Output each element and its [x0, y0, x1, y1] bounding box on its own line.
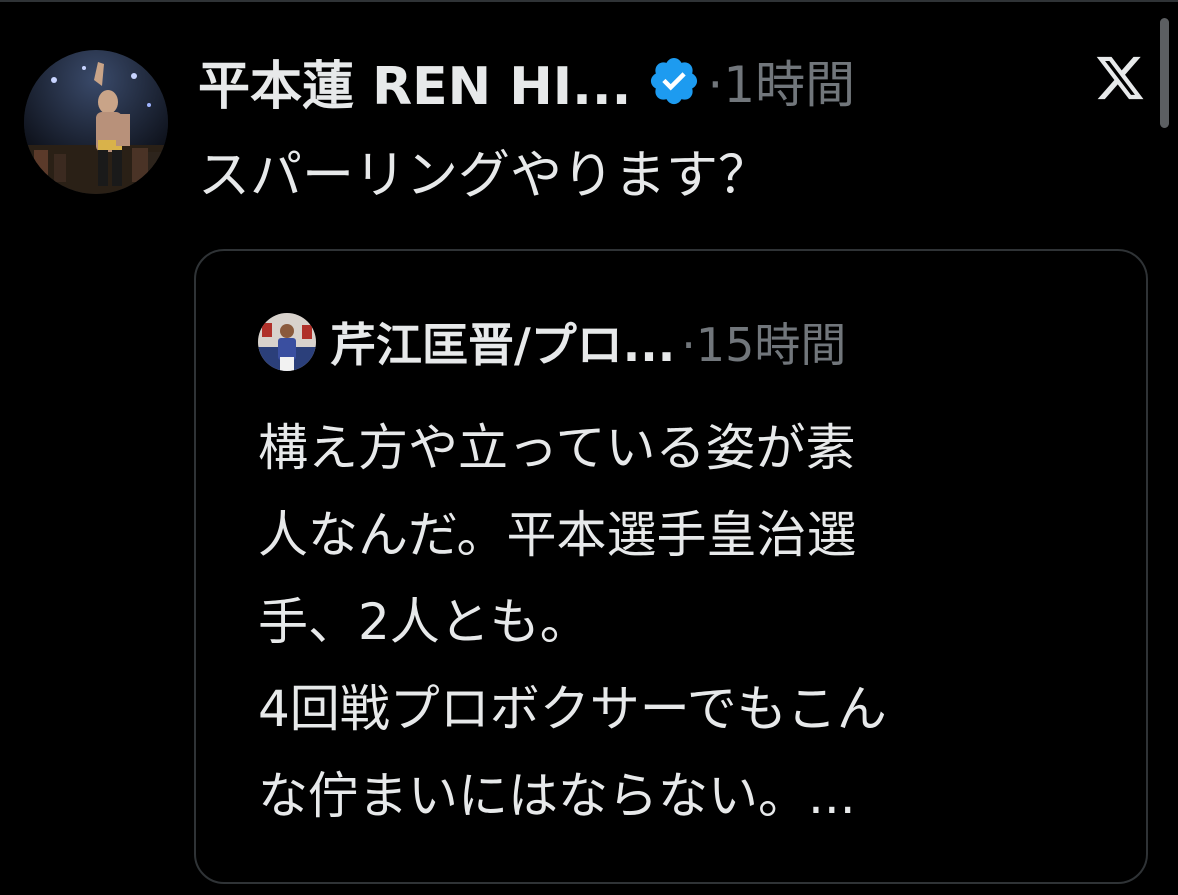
- quote-text: 構え方や立っている姿が素 人なんだ。平本選手皇治選 手、2人とも。 4回戦プロボ…: [258, 405, 1118, 840]
- display-name[interactable]: 平本蓮 REN HI...: [198, 44, 631, 119]
- quote-line: 人なんだ。平本選手皇治選: [258, 506, 857, 564]
- verified-badge-icon: [651, 57, 698, 105]
- post-time[interactable]: ·1時間: [707, 45, 855, 117]
- quote-line: な佇まいにはならない。...: [258, 767, 856, 825]
- avatar[interactable]: [24, 50, 168, 194]
- quote-line: 手、2人とも。: [258, 593, 590, 651]
- quoted-tweet-card[interactable]: 芹江匡晋/プロ... ·15時間 構え方や立っている姿が素 人なんだ。平本選手皇…: [194, 249, 1148, 884]
- quote-avatar-photo: [258, 313, 316, 371]
- quote-time[interactable]: ·15時間: [681, 309, 846, 375]
- scrollbar-thumb[interactable]: [1160, 18, 1169, 128]
- quote-header: 芹江匡晋/プロ... ·15時間: [330, 303, 846, 381]
- quote-display-name[interactable]: 芹江匡晋/プロ...: [330, 309, 675, 375]
- tweet-text: スパーリングやります？: [198, 146, 771, 206]
- top-divider: [0, 0, 1178, 2]
- x-logo-icon[interactable]: [1094, 52, 1146, 104]
- tweet-header: 平本蓮 REN HI... ·1時間: [198, 40, 855, 122]
- quote-avatar[interactable]: [258, 313, 316, 371]
- quote-line: 4回戦プロボクサーでもこん: [258, 680, 887, 738]
- quote-line: 構え方や立っている姿が素: [258, 419, 856, 477]
- avatar-photo: [24, 50, 168, 194]
